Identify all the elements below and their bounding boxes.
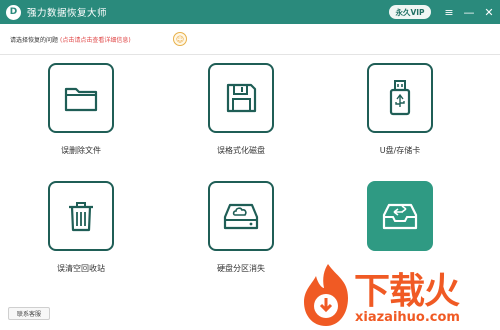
card-recycle-bin[interactable]: [48, 181, 114, 251]
card-usb-card[interactable]: [367, 63, 433, 133]
flame-logo-icon: [304, 264, 348, 326]
card-label-usb-card: U盘/存储卡: [379, 146, 421, 155]
card-formatted-disk[interactable]: [208, 63, 274, 133]
smile-help-icon[interactable]: ☺: [173, 32, 187, 46]
watermark: 下载火 xiazaihuo.com: [298, 262, 498, 330]
card-other-recovery[interactable]: [367, 181, 433, 251]
hint-bar: 请选择恢复的问题 (点击请点击查看详细信息) ☺: [0, 24, 500, 55]
title-bar: D 强力数据恢复大师 永久VIP ≡ — ✕: [0, 0, 500, 24]
app-logo-icon: D: [6, 4, 21, 20]
contact-support-button[interactable]: 联系客服: [8, 307, 50, 320]
usb-drive-icon: [389, 80, 411, 116]
app-title: 强力数据恢复大师: [27, 8, 108, 19]
card-label-recycle-bin: 误清空回收站: [57, 264, 105, 273]
close-icon[interactable]: ✕: [481, 4, 497, 20]
vip-badge-button[interactable]: 永久VIP: [389, 5, 431, 19]
cloud-disk-icon: [223, 203, 259, 230]
card-label-deleted-files: 误删除文件: [61, 146, 101, 155]
card-label-formatted-disk: 误格式化磁盘: [217, 146, 265, 155]
inbox-transfer-icon: [382, 203, 418, 230]
hint-link[interactable]: (点击请点击查看详细信息): [60, 35, 131, 44]
trash-icon: [69, 202, 93, 232]
minimize-icon[interactable]: —: [461, 4, 477, 20]
card-deleted-files[interactable]: [48, 63, 114, 133]
floppy-disk-icon: [226, 83, 257, 113]
menu-icon[interactable]: ≡: [441, 4, 457, 20]
app-window: D 强力数据恢复大师 永久VIP ≡ — ✕ 请选择恢复的问题 (点击请点击查看…: [0, 0, 500, 330]
card-lost-partition[interactable]: [208, 181, 274, 251]
card-label-lost-partition: 硬盘分区消失: [217, 264, 265, 273]
watermark-title: 下载火: [354, 271, 460, 312]
folder-icon: [64, 87, 98, 112]
hint-text: 请选择恢复的问题: [10, 36, 59, 44]
watermark-url: xiazaihuo.com: [355, 310, 460, 325]
